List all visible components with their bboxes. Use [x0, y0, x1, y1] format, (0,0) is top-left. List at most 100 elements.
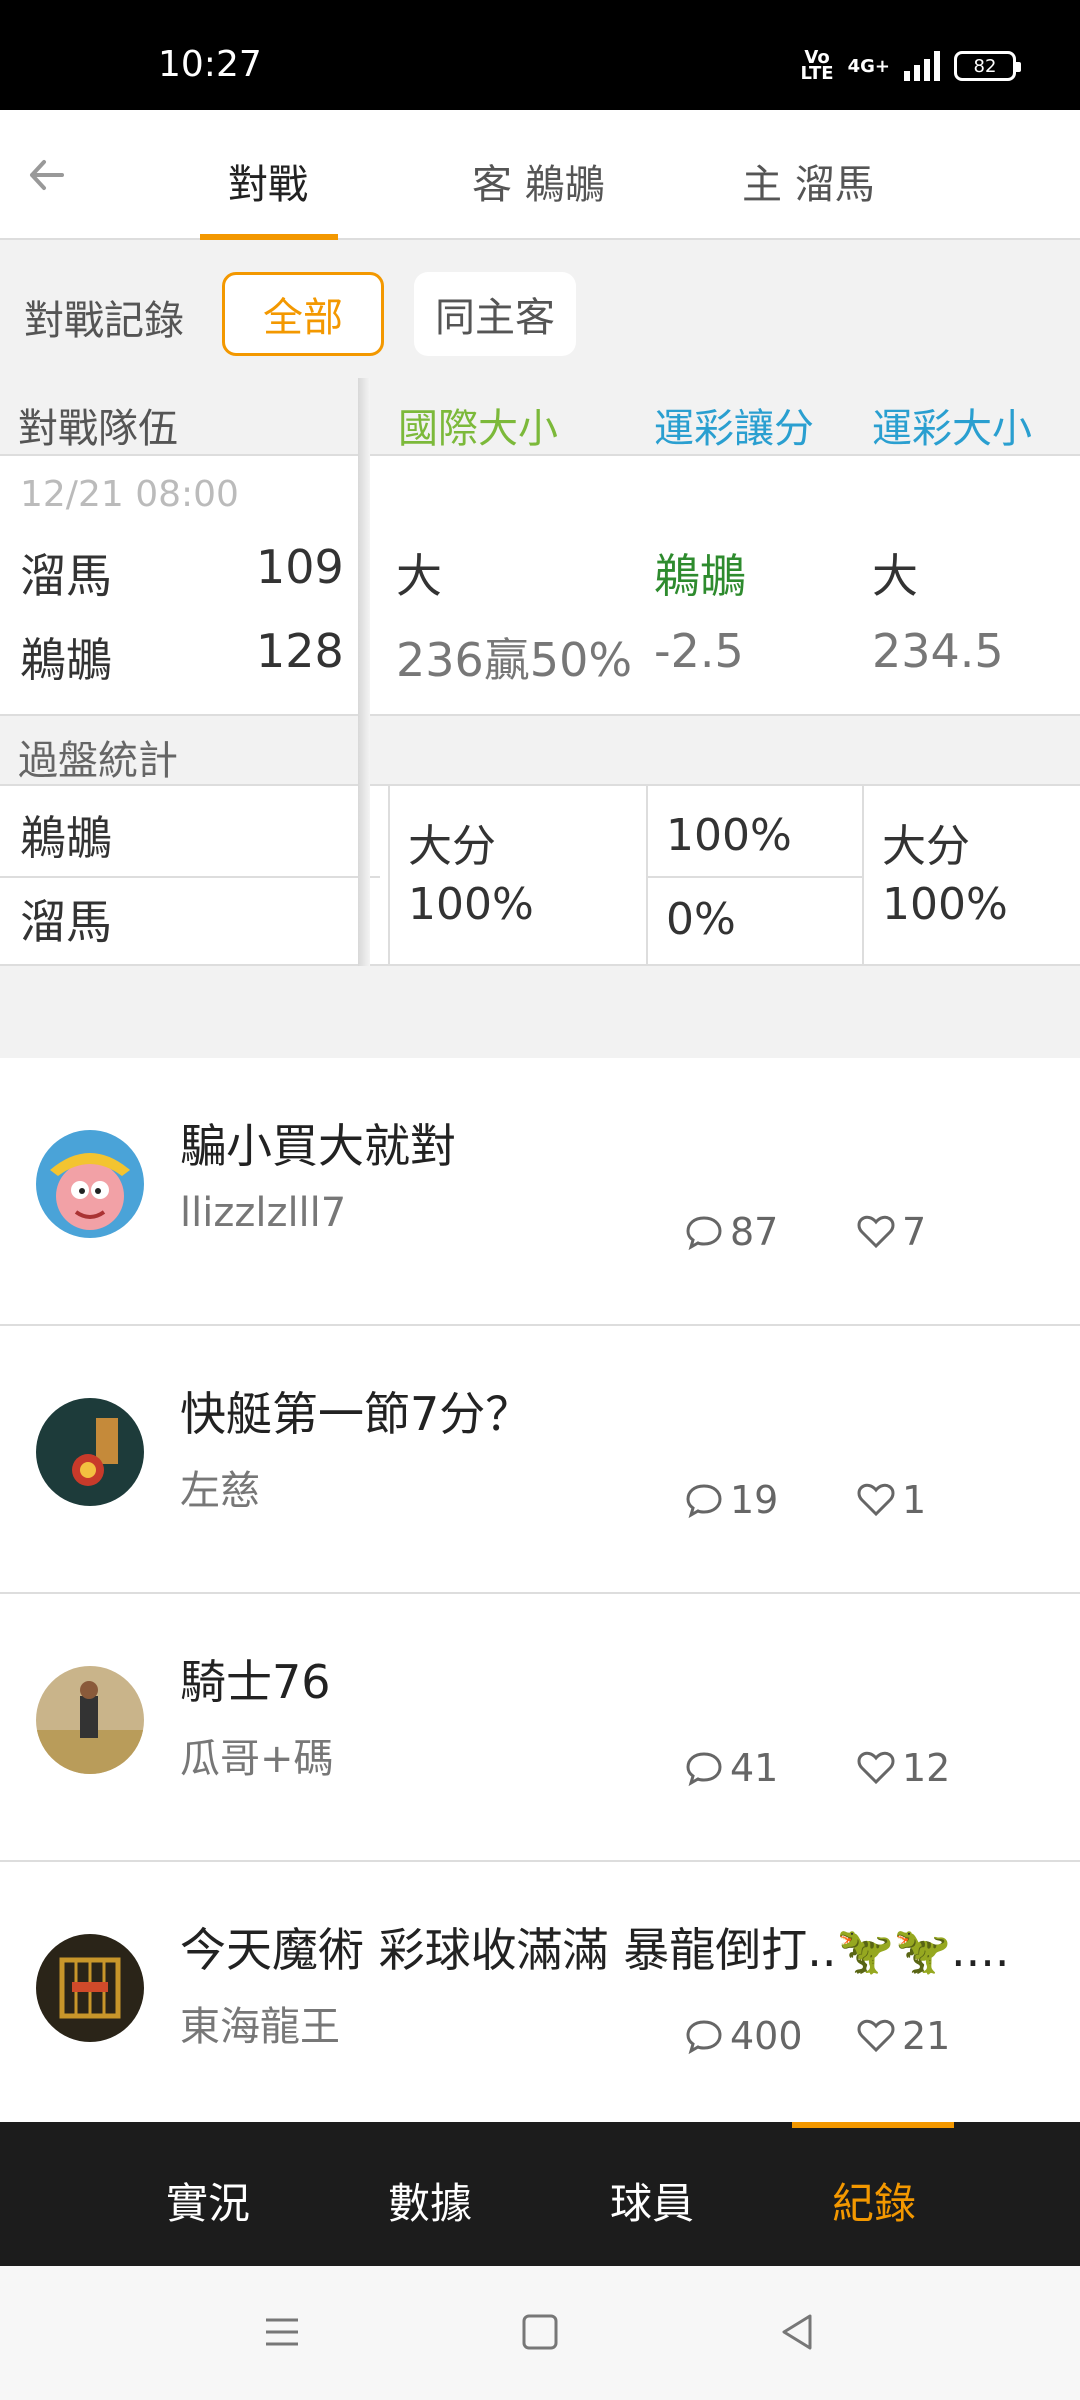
filter-same-home-away-button[interactable]: 同主客 — [414, 272, 576, 356]
network-type: 4G+ — [847, 55, 890, 77]
post-author[interactable]: 左慈 — [180, 1458, 260, 1516]
post-author[interactable]: 瓜哥+碼 — [180, 1726, 334, 1784]
filter-label: 對戰記錄 — [24, 298, 184, 344]
comment-icon — [686, 1484, 722, 1519]
heart-icon — [857, 1483, 895, 1517]
nav-live[interactable]: 實況 — [166, 2170, 250, 2231]
filter-row: 對戰記錄 全部 同主客 — [0, 240, 1080, 378]
stats-intl-total-label: 大分 — [408, 821, 496, 872]
post-title[interactable]: 騎士76 — [180, 1646, 1050, 1712]
header-spread[interactable]: 運彩讓分 — [654, 396, 814, 454]
heart-icon — [857, 2019, 895, 2053]
like-count-value: 21 — [902, 2014, 951, 2058]
tab-matchup[interactable]: 對戰 — [228, 152, 308, 210]
comment-count-value: 87 — [730, 1210, 779, 1254]
spread-result: 鵜鶘 — [654, 549, 746, 603]
post-title[interactable]: 快艇第一節7分？ — [180, 1378, 1050, 1444]
stats-section-header: 過盤統計 — [0, 714, 1080, 786]
game-date: 12/21 08:00 — [20, 474, 239, 515]
table-header: 對戰隊伍 國際大小 運彩讓分 運彩大小 — [0, 378, 1080, 456]
bottom-nav: 實況 數據 球員 紀錄 — [0, 2122, 1080, 2266]
filter-all-button[interactable]: 全部 — [222, 272, 384, 356]
total-result: 大 — [872, 549, 918, 603]
comment-count-value: 400 — [730, 2014, 803, 2058]
nav-stats[interactable]: 數據 — [388, 2170, 472, 2231]
spread-line: -2.5 — [654, 624, 744, 678]
post-title[interactable]: 今天魔術 彩球收滿滿 暴龍倒打..🦖🦖.... — [180, 1914, 1050, 1980]
stats-label: 過盤統計 — [18, 738, 178, 784]
header-intl-total[interactable]: 國際大小 — [398, 396, 558, 454]
header-total[interactable]: 運彩大小 — [872, 396, 1032, 454]
nav-players[interactable]: 球員 — [610, 2170, 694, 2231]
menu-icon[interactable] — [260, 2310, 304, 2354]
divider — [388, 786, 390, 966]
volte-icon: Vo LTE — [800, 47, 834, 84]
status-bar: 10:27 Vo LTE 4G+ 82 — [0, 0, 1080, 110]
comment-count[interactable]: 19 — [684, 1478, 778, 1522]
tab-home-team[interactable]: 主 溜馬 — [742, 152, 875, 210]
total-line: 234.5 — [872, 624, 1004, 678]
post-author[interactable]: 東海龍王 — [180, 1994, 340, 2052]
heart-icon — [857, 1215, 895, 1249]
team1-score: 109 — [256, 540, 344, 594]
section-gap — [0, 966, 1080, 1058]
stats-total-pct: 100% — [882, 879, 1008, 930]
comment-icon — [686, 2020, 722, 2055]
stats-row-divider — [0, 876, 380, 878]
team2-name: 鵜鶘 — [20, 633, 112, 687]
like-count[interactable]: 12 — [856, 1746, 950, 1790]
team1-name: 溜馬 — [20, 549, 112, 603]
stats-total-label: 大分 — [882, 821, 970, 872]
stats-intl-total: 大分 100% — [408, 818, 534, 934]
battery-icon: 82 — [954, 51, 1021, 81]
nav-records[interactable]: 紀錄 — [832, 2170, 916, 2231]
back-icon[interactable] — [776, 2310, 820, 2354]
tab-away-team[interactable]: 客 鵜鶘 — [472, 152, 605, 210]
bottom-nav-indicator — [792, 2122, 954, 2128]
avatar[interactable] — [36, 1934, 144, 2042]
post-item[interactable]: 騙小買大就對 llizzlzlll7 87 7 — [0, 1058, 1080, 1326]
avatar[interactable] — [36, 1666, 144, 1774]
like-count[interactable]: 7 — [856, 1210, 926, 1254]
top-tab-bar: 對戰 客 鵜鶘 主 溜馬 — [0, 110, 1080, 240]
stats-total: 大分 100% — [882, 818, 1008, 934]
intl-total-line: 236贏50% — [396, 633, 633, 687]
stats-team1-name: 鵜鶘 — [20, 811, 112, 865]
stats-spread-team2: 0% — [666, 894, 736, 945]
back-arrow-icon[interactable] — [22, 150, 72, 200]
post-item[interactable]: 騎士76 瓜哥+碼 41 12 — [0, 1594, 1080, 1862]
like-count[interactable]: 21 — [856, 2014, 950, 2058]
like-count-value: 12 — [902, 1746, 951, 1790]
heart-icon — [857, 1751, 895, 1785]
comment-count[interactable]: 41 — [684, 1746, 778, 1790]
signal-icon — [904, 51, 940, 81]
post-item[interactable]: 快艇第一節7分？ 左慈 19 1 — [0, 1326, 1080, 1594]
home-icon[interactable] — [518, 2310, 562, 2354]
stats-spread-divider — [648, 876, 862, 878]
team2-score: 128 — [256, 624, 344, 678]
avatar[interactable] — [36, 1130, 144, 1238]
intl-total-result: 大 — [396, 549, 442, 603]
status-time: 10:27 — [158, 44, 262, 85]
stats-spread-team1: 100% — [666, 810, 792, 861]
post-item[interactable]: 今天魔術 彩球收滿滿 暴龍倒打..🦖🦖.... 東海龍王 400 21 — [0, 1862, 1080, 2122]
like-count[interactable]: 1 — [856, 1478, 926, 1522]
divider — [862, 786, 864, 966]
post-title[interactable]: 騙小買大就對 — [180, 1110, 1050, 1176]
comment-icon — [686, 1752, 722, 1787]
stats-intl-total-pct: 100% — [408, 879, 534, 930]
comment-count-value: 19 — [730, 1478, 779, 1522]
comment-count[interactable]: 400 — [684, 2014, 803, 2058]
status-icons: Vo LTE 4G+ 82 — [800, 47, 1021, 84]
battery-level: 82 — [973, 55, 997, 77]
matchup-table: 對戰隊伍 國際大小 運彩讓分 運彩大小 12/21 08:00 溜馬 109 鵜… — [0, 378, 1080, 966]
system-nav-bar — [0, 2266, 1080, 2400]
header-teams: 對戰隊伍 — [18, 406, 178, 452]
comment-count[interactable]: 87 — [684, 1210, 778, 1254]
comment-count-value: 41 — [730, 1746, 779, 1790]
frozen-column-shadow — [358, 378, 370, 966]
comment-icon — [686, 1216, 722, 1251]
like-count-value: 1 — [902, 1478, 927, 1522]
post-author[interactable]: llizzlzlll7 — [180, 1190, 346, 1236]
avatar[interactable] — [36, 1398, 144, 1506]
